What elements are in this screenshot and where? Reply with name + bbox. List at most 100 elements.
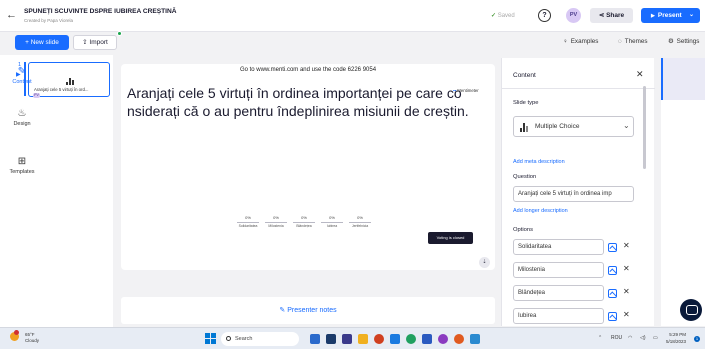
examples-link[interactable]: ♀ Examples: [563, 38, 598, 45]
tray-chevron-icon[interactable]: ⌃: [598, 335, 602, 341]
result-bar: 0% Milostenia: [265, 215, 287, 228]
chevron-down-icon: ⌄: [623, 121, 630, 130]
task-view-icon[interactable]: [326, 334, 336, 344]
battery-icon[interactable]: ▭: [653, 335, 658, 341]
presenter-notes[interactable]: ✎ Presenter notes: [121, 306, 495, 314]
windows-taskbar: 65°F Cloudy Search ⌃ ROU ◠ ◁) ▭ 5:29 PM 5/…: [0, 327, 705, 349]
result-bar: 0% Jertfelnicia: [349, 215, 371, 228]
active-tab-highlight: [661, 58, 705, 100]
option-input[interactable]: Iubirea: [513, 308, 604, 324]
chevron-down-icon[interactable]: ⌄: [689, 8, 694, 23]
share-label: Share: [606, 12, 625, 19]
presentation-title[interactable]: SPUNEȚI SCUVINTE DSPRE IUBIREA CREȘTINĂ: [24, 8, 177, 15]
result-value: 0%: [245, 215, 251, 220]
weather-widget[interactable]: 65°F Cloudy: [25, 332, 39, 344]
search-label: Search: [235, 336, 253, 342]
share-button[interactable]: ⋖ Share: [590, 8, 633, 23]
app-icon[interactable]: [406, 334, 416, 344]
option-input[interactable]: Blândețea: [513, 285, 604, 301]
result-label: Jertfelnicia: [351, 224, 369, 228]
image-icon[interactable]: [608, 266, 617, 275]
chat-icon[interactable]: [680, 299, 702, 321]
taskbar-search[interactable]: Search: [221, 332, 299, 346]
settings-link[interactable]: ⚙ Settings: [668, 38, 699, 45]
slide-question[interactable]: Aranjați cele 5 virtuți în ordinea impor…: [127, 84, 479, 120]
options-icon[interactable]: ⇣: [479, 257, 490, 268]
result-value: 0%: [357, 215, 363, 220]
language-indicator[interactable]: ROU: [611, 335, 622, 341]
present-label: Present: [657, 12, 682, 19]
bar-baseline: [321, 222, 343, 223]
mentimeter-logo: ▪▪ Mentimeter: [453, 88, 479, 93]
tab-content[interactable]: ✎ Content: [0, 66, 44, 85]
firefox-icon[interactable]: [454, 334, 464, 344]
close-icon[interactable]: ✕: [636, 69, 644, 80]
voting-status-button[interactable]: Voting is closed: [428, 232, 473, 244]
photos-icon[interactable]: [438, 334, 448, 344]
chrome-icon[interactable]: [374, 334, 384, 344]
paint-icon: ♨: [17, 108, 27, 119]
help-icon[interactable]: ?: [538, 9, 551, 22]
remove-option-icon[interactable]: ✕: [623, 241, 630, 250]
pencil-icon: ✎: [17, 66, 27, 77]
panel-scrollbar[interactable]: [643, 86, 646, 169]
results-chart: 0% Solidaritatea 0% Milostenia 0% Blândețea…: [237, 215, 377, 231]
question-label: Question: [513, 174, 537, 180]
brand-label: Mentimeter: [457, 88, 479, 93]
result-bar: 0% Iubirea: [321, 215, 343, 228]
lightbulb-icon: ♀: [563, 38, 568, 45]
search-icon: [226, 336, 231, 341]
presentation-author: Created by Papa Viorela: [24, 18, 73, 23]
bar-chart-icon: [520, 123, 528, 132]
add-meta-link[interactable]: Add meta description: [513, 159, 565, 165]
notification-badge[interactable]: 1: [694, 336, 700, 342]
option-input[interactable]: Milostenia: [513, 262, 604, 278]
wifi-icon[interactable]: ◠: [628, 335, 632, 341]
weather-temp: 65°F: [25, 332, 35, 337]
slide-type-label: Slide type: [513, 100, 539, 106]
presenter-notes-bar[interactable]: ✎ Presenter notes: [121, 297, 495, 324]
weather-desc: Cloudy: [25, 338, 40, 343]
slide-type-select[interactable]: Multiple Choice ⌄: [513, 116, 634, 137]
clock-date: 5/18/2023: [666, 339, 687, 344]
widgets-icon[interactable]: [310, 334, 320, 344]
word-icon[interactable]: [422, 334, 432, 344]
tab-templates-label: Templates: [9, 169, 35, 175]
result-label: Solidaritatea: [238, 224, 258, 228]
grid-icon: ⊞: [17, 156, 27, 167]
bar-chart-icon: [66, 78, 74, 85]
image-icon[interactable]: [608, 243, 617, 252]
image-icon[interactable]: [608, 289, 617, 298]
thumbnail-text: Aranjați cele 5 virtuți în ord...: [34, 87, 89, 92]
remove-option-icon[interactable]: ✕: [623, 287, 630, 296]
bar-baseline: [265, 222, 287, 223]
system-clock[interactable]: 5:29 PM 5/18/2023: [666, 331, 686, 345]
status-dot: [117, 31, 122, 36]
remove-option-icon[interactable]: ✕: [623, 310, 630, 319]
question-input[interactable]: Aranjați cele 5 virtuți în ordinea imp: [513, 186, 634, 202]
avatar[interactable]: PV: [566, 8, 581, 23]
remove-option-icon[interactable]: ✕: [623, 264, 630, 273]
file-explorer-icon[interactable]: [358, 334, 368, 344]
chat-app-icon[interactable]: [342, 334, 352, 344]
image-icon[interactable]: [608, 312, 617, 321]
back-arrow-icon[interactable]: ←: [6, 9, 17, 21]
import-button[interactable]: ⇪ Import: [73, 35, 117, 50]
divider: [502, 88, 655, 89]
present-button[interactable]: ▶ Present ⌄: [641, 8, 700, 23]
store-icon[interactable]: [390, 334, 400, 344]
option-input[interactable]: Solidaritatea: [513, 239, 604, 255]
bar-baseline: [349, 222, 371, 223]
bar-baseline: [237, 222, 259, 223]
teams-icon[interactable]: [470, 334, 480, 344]
result-label: Blândețea: [296, 224, 312, 228]
volume-icon[interactable]: ◁): [640, 335, 646, 341]
themes-link[interactable]: ◌ Themes: [618, 38, 648, 45]
windows-start-icon[interactable]: [205, 333, 216, 344]
new-slide-button[interactable]: + New slide: [15, 35, 69, 50]
check-icon: ✓: [491, 13, 497, 19]
gear-icon: ⚙: [668, 38, 674, 45]
tab-design[interactable]: ♨ Design: [0, 108, 44, 127]
add-description-link[interactable]: Add longer description: [513, 208, 568, 214]
tab-templates[interactable]: ⊞ Templates: [0, 156, 44, 175]
